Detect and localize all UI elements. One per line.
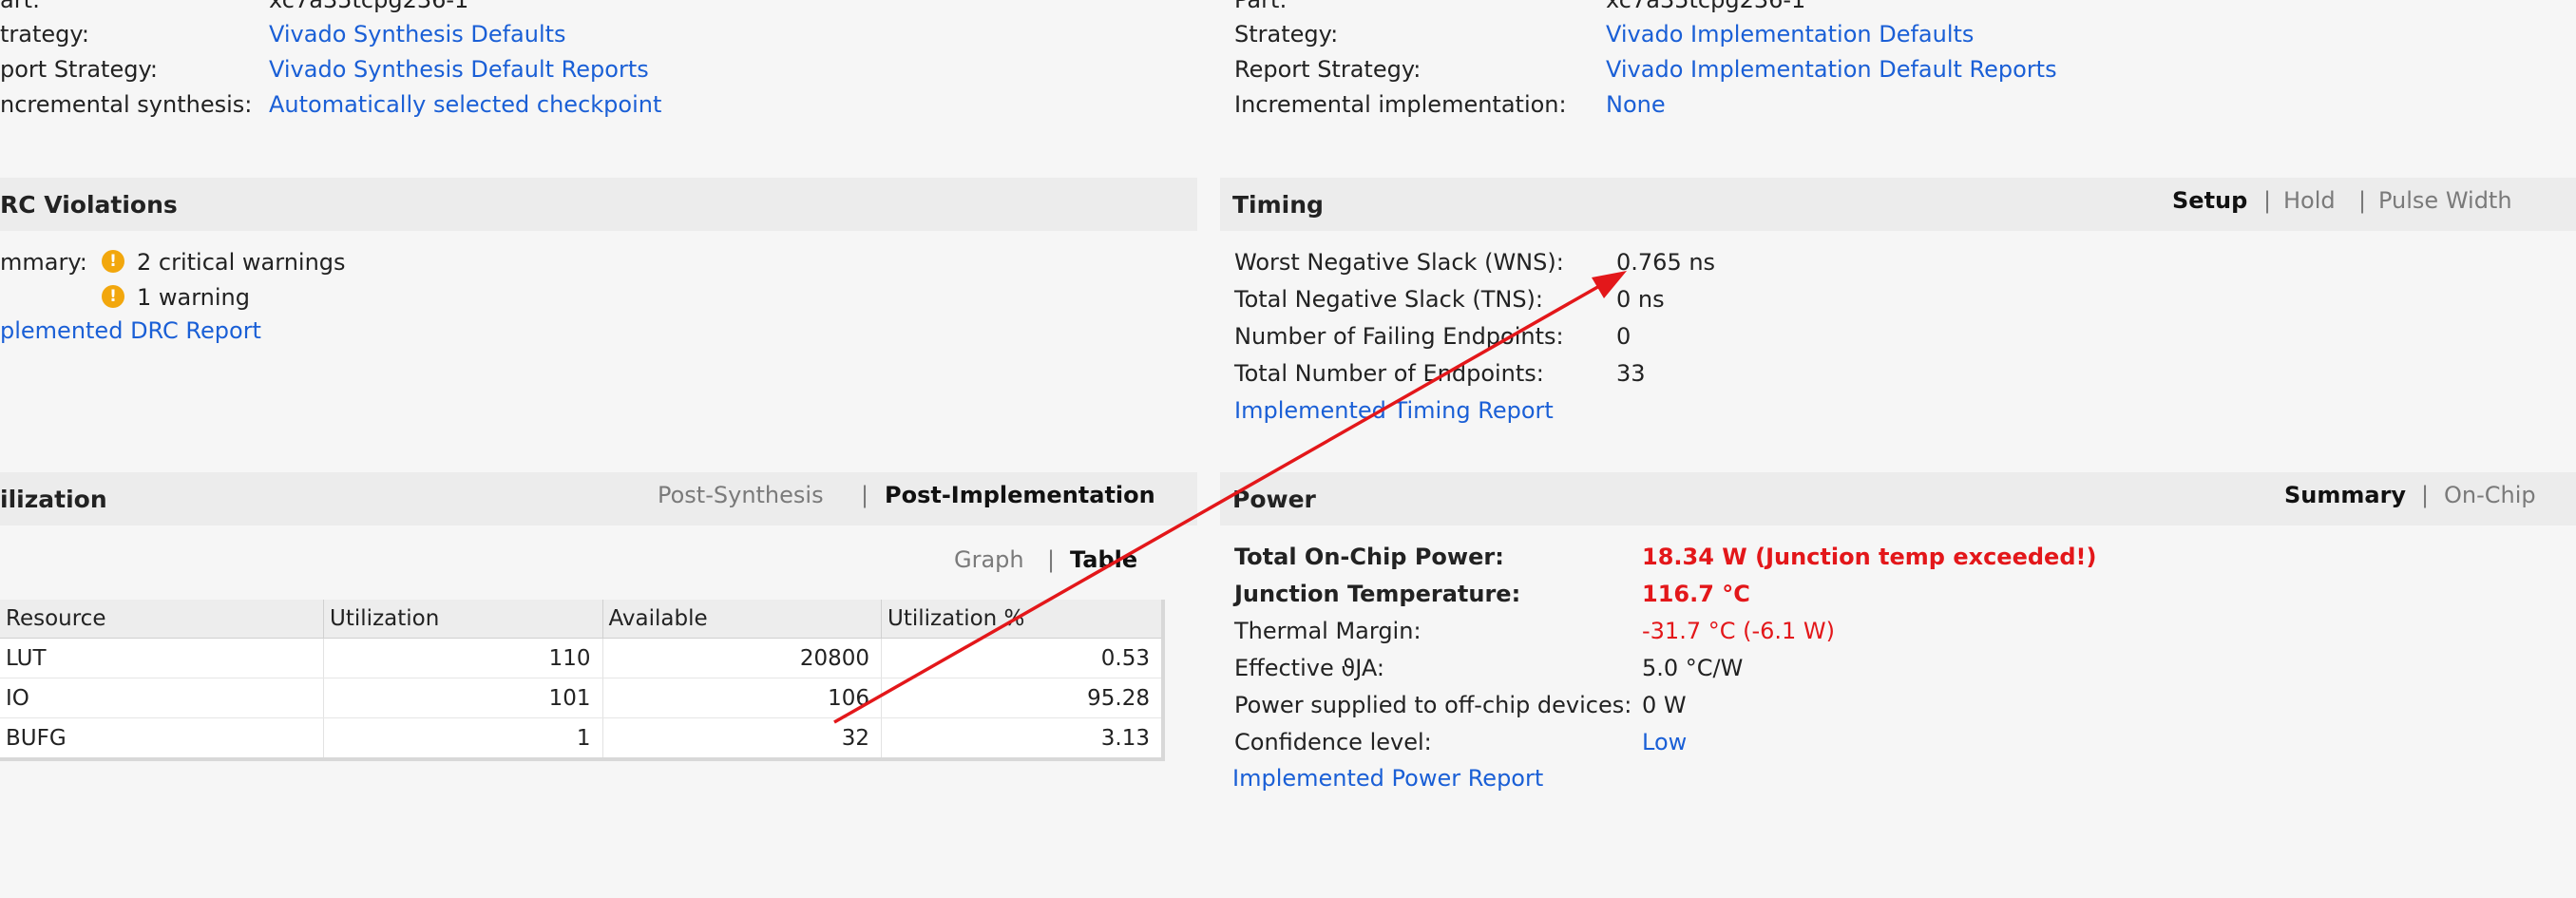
drc-report-link[interactable]: plemented DRC Report [0,317,261,344]
power-title: Power [1232,486,1316,513]
timing-report-link[interactable]: Implemented Timing Report [1234,397,1554,424]
synthesis-incremental-label: ncremental synthesis: [0,91,253,118]
synthesis-strategy-link[interactable]: Vivado Synthesis Defaults [269,21,566,48]
critical-warning-icon: ! [102,250,124,273]
utilization-table: Resource Utilization Available Utilizati… [0,600,1165,761]
total-on-chip-power-label: Total On-Chip Power: [1234,544,1504,570]
total-endpoints-value: 33 [1616,360,1646,387]
resource-cell: IO [0,678,325,718]
total-on-chip-power-value: 18.34 W (Junction temp exceeded!) [1642,544,2097,570]
table-row[interactable]: BUFG 1 32 3.13 [0,717,1164,760]
utilization-cell: 1 [323,717,603,760]
table-header-row: Resource Utilization Available Utilizati… [0,600,1164,639]
annotation-arrow [833,271,1627,724]
tns-label: Total Negative Slack (TNS): [1234,286,1544,313]
implementation-incremental-label: Incremental implementation: [1234,91,1567,118]
tab-timing-pulse-width[interactable]: Pulse Width [2378,187,2512,214]
tab-timing-setup[interactable]: Setup [2172,187,2247,214]
junction-temperature-label: Junction Temperature: [1234,581,1521,607]
total-endpoints-label: Total Number of Endpoints: [1234,360,1544,387]
warning-icon: ! [102,285,124,308]
tns-value: 0 ns [1616,286,1665,313]
utilization-cell: 101 [323,678,603,718]
drc-summary-label: mmary: [0,249,87,276]
tab-separator: | [2358,187,2367,214]
synthesis-report-strategy-link[interactable]: Vivado Synthesis Default Reports [269,56,649,83]
tab-separator: | [1047,546,1056,573]
column-header-resource[interactable]: Resource [0,600,325,639]
available-cell: 32 [602,717,882,760]
synthesis-strategy-label: trategy: [0,21,89,48]
failing-endpoints-label: Number of Failing Endpoints: [1234,323,1564,350]
drc-title: RC Violations [0,191,178,219]
utilization-title: ilization [0,486,107,513]
tab-separator: | [861,482,869,508]
confidence-level-label: Confidence level: [1234,729,1432,755]
implementation-incremental-link[interactable]: None [1606,91,1666,118]
column-header-available[interactable]: Available [602,600,882,639]
resource-cell: LUT [0,638,325,678]
junction-temperature-value: 116.7 °C [1642,581,1750,607]
off-chip-power-label: Power supplied to off-chip devices: [1234,692,1632,718]
thermal-margin-label: Thermal Margin: [1234,618,1422,644]
synthesis-part-label: art: [0,0,41,13]
off-chip-power-value: 0 W [1642,692,1687,718]
power-report-link[interactable]: Implemented Power Report [1232,765,1543,792]
tab-separator: | [2263,187,2272,214]
column-header-utilization[interactable]: Utilization [323,600,603,639]
effective-theta-ja-label: Effective ϑJA: [1234,655,1384,681]
implementation-strategy-link[interactable]: Vivado Implementation Defaults [1606,21,1974,48]
synthesis-incremental-link[interactable]: Automatically selected checkpoint [269,91,661,118]
table-row[interactable]: IO 101 106 95.28 [0,678,1164,718]
tab-post-synthesis[interactable]: Post-Synthesis [658,482,824,508]
tab-post-implementation[interactable]: Post-Implementation [885,482,1155,508]
confidence-level-link[interactable]: Low [1642,729,1687,755]
utilization-cell: 110 [323,638,603,678]
timing-header-bar [1220,178,2576,231]
view-toggle-graph[interactable]: Graph [954,546,1024,573]
synthesis-part-value: xc7a35tcpg236-1 [269,0,469,13]
wns-value: 0.765 ns [1616,249,1716,276]
available-cell: 106 [602,678,882,718]
drc-header-bar [0,178,1197,231]
implementation-report-strategy-label: Report Strategy: [1234,56,1422,83]
drc-critical-warnings: 2 critical warnings [137,249,346,276]
failing-endpoints-value: 0 [1616,323,1631,350]
utilization-percent-cell: 0.53 [881,638,1164,678]
tab-separator: | [2421,482,2430,508]
drc-warnings: 1 warning [137,284,251,311]
implementation-report-strategy-link[interactable]: Vivado Implementation Default Reports [1606,56,2057,83]
timing-title: Timing [1232,191,1324,219]
effective-theta-ja-value: 5.0 °C/W [1642,655,1744,681]
implementation-part-value: xc7a35tcpg236-1 [1606,0,1806,13]
column-header-utilization-percent[interactable]: Utilization % [881,600,1164,639]
tab-power-summary[interactable]: Summary [2284,482,2406,508]
implementation-part-label: Part: [1234,0,1288,13]
thermal-margin-value: -31.7 °C (-6.1 W) [1642,618,1836,644]
table-row[interactable]: LUT 110 20800 0.53 [0,638,1164,678]
utilization-percent-cell: 95.28 [881,678,1164,718]
resource-cell: BUFG [0,717,325,760]
view-toggle-table[interactable]: Table [1070,546,1137,573]
tab-timing-hold[interactable]: Hold [2283,187,2336,214]
wns-label: Worst Negative Slack (WNS): [1234,249,1564,276]
available-cell: 20800 [602,638,882,678]
implementation-strategy-label: Strategy: [1234,21,1339,48]
synthesis-report-strategy-label: port Strategy: [0,56,158,83]
tab-power-on-chip[interactable]: On-Chip [2444,482,2536,508]
utilization-percent-cell: 3.13 [881,717,1164,760]
